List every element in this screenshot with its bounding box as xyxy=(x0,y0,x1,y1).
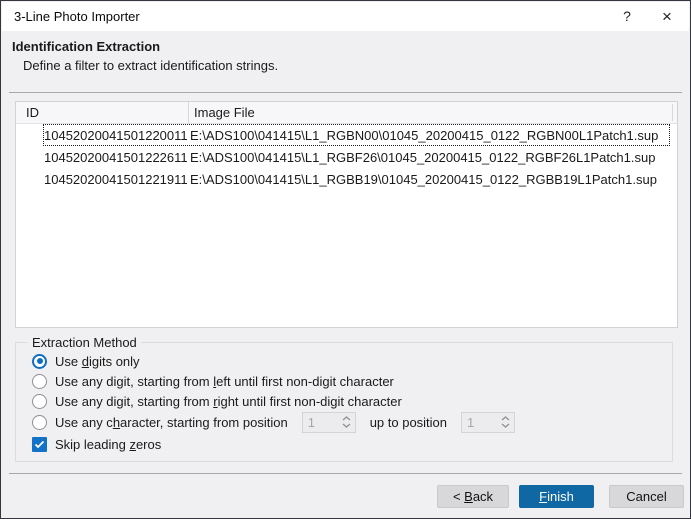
radio-label: Use any digit, starting from right until… xyxy=(55,394,402,409)
page-title: Identification Extraction xyxy=(12,39,160,54)
window-title: 3-Line Photo Importer xyxy=(14,2,140,31)
close-button[interactable]: × xyxy=(651,2,683,31)
radio-label: Use any digit, starting from left until … xyxy=(55,374,394,389)
radio-icon xyxy=(32,374,47,389)
checkbox-skip-leading-zeros[interactable]: Skip leading zeros xyxy=(32,435,161,453)
spin-down-icon xyxy=(342,423,351,428)
radio-label: Use digits only xyxy=(55,354,140,369)
radio-use-digits-only[interactable]: Use digits only xyxy=(32,352,140,370)
table-row[interactable]: 10452020041501221911 E:\ADS100\041415\L1… xyxy=(16,168,677,190)
extraction-method-group: Extraction Method Use digits only Use an… xyxy=(15,342,673,462)
cell-id: 10452020041501220011 xyxy=(44,128,190,143)
back-button[interactable]: < Back xyxy=(437,485,509,508)
question-mark-icon: ? xyxy=(623,8,631,24)
header-separator xyxy=(9,92,682,93)
cell-image-file: E:\ADS100\041415\L1_RGBN00\01045_2020041… xyxy=(190,128,677,143)
table-row[interactable]: 10452020041501222611 E:\ADS100\041415\L1… xyxy=(16,146,677,168)
header-separator-right xyxy=(672,104,673,121)
close-icon: × xyxy=(662,7,672,26)
cell-image-file: E:\ADS100\041415\L1_RGBF26\01045_2020041… xyxy=(190,150,677,165)
up-to-position-label: up to position xyxy=(370,415,447,430)
column-header-image-file[interactable]: Image File xyxy=(189,102,677,123)
radio-from-right[interactable]: Use any digit, starting from right until… xyxy=(32,392,402,410)
page-subtitle: Define a filter to extract identificatio… xyxy=(23,58,278,73)
spin-down-icon xyxy=(501,423,510,428)
cancel-button[interactable]: Cancel xyxy=(609,485,684,508)
spinner-arrows[interactable] xyxy=(342,416,355,428)
finish-button[interactable]: Finish xyxy=(519,485,594,508)
radio-from-left[interactable]: Use any digit, starting from left until … xyxy=(32,372,394,390)
table-row[interactable]: 10452020041501220011 E:\ADS100\041415\L1… xyxy=(16,124,677,146)
cell-id: 10452020041501221911 xyxy=(44,172,190,187)
radio-any-character-range[interactable]: Use any character, starting from positio… xyxy=(32,411,521,433)
spinner-arrows[interactable] xyxy=(501,416,514,428)
spin-up-icon xyxy=(342,416,351,421)
cell-image-file: E:\ADS100\041415\L1_RGBB19\01045_2020041… xyxy=(190,172,677,187)
group-label: Extraction Method xyxy=(28,335,141,350)
radio-label: Use any character, starting from positio… xyxy=(55,415,288,430)
table-header: ID Image File xyxy=(16,102,677,124)
column-header-id[interactable]: ID xyxy=(16,102,189,123)
cell-id: 10452020041501222611 xyxy=(44,150,190,165)
spinner-value: 1 xyxy=(462,415,501,430)
position-to-spinner[interactable]: 1 xyxy=(461,412,515,433)
radio-icon xyxy=(32,415,47,430)
checkbox-label: Skip leading zeros xyxy=(55,437,161,452)
help-button[interactable]: ? xyxy=(611,2,643,31)
title-bar: 3-Line Photo Importer ? × xyxy=(2,2,689,31)
photo-importer-dialog: 3-Line Photo Importer ? × Identification… xyxy=(0,0,691,519)
checkbox-checked-icon xyxy=(32,437,47,452)
footer-separator xyxy=(9,473,682,474)
radio-icon xyxy=(32,394,47,409)
id-file-table: ID Image File 10452020041501220011 E:\AD… xyxy=(15,101,678,328)
spinner-value: 1 xyxy=(303,415,342,430)
spin-up-icon xyxy=(501,416,510,421)
check-icon xyxy=(34,440,45,449)
position-from-spinner[interactable]: 1 xyxy=(302,412,356,433)
radio-icon xyxy=(32,354,47,369)
